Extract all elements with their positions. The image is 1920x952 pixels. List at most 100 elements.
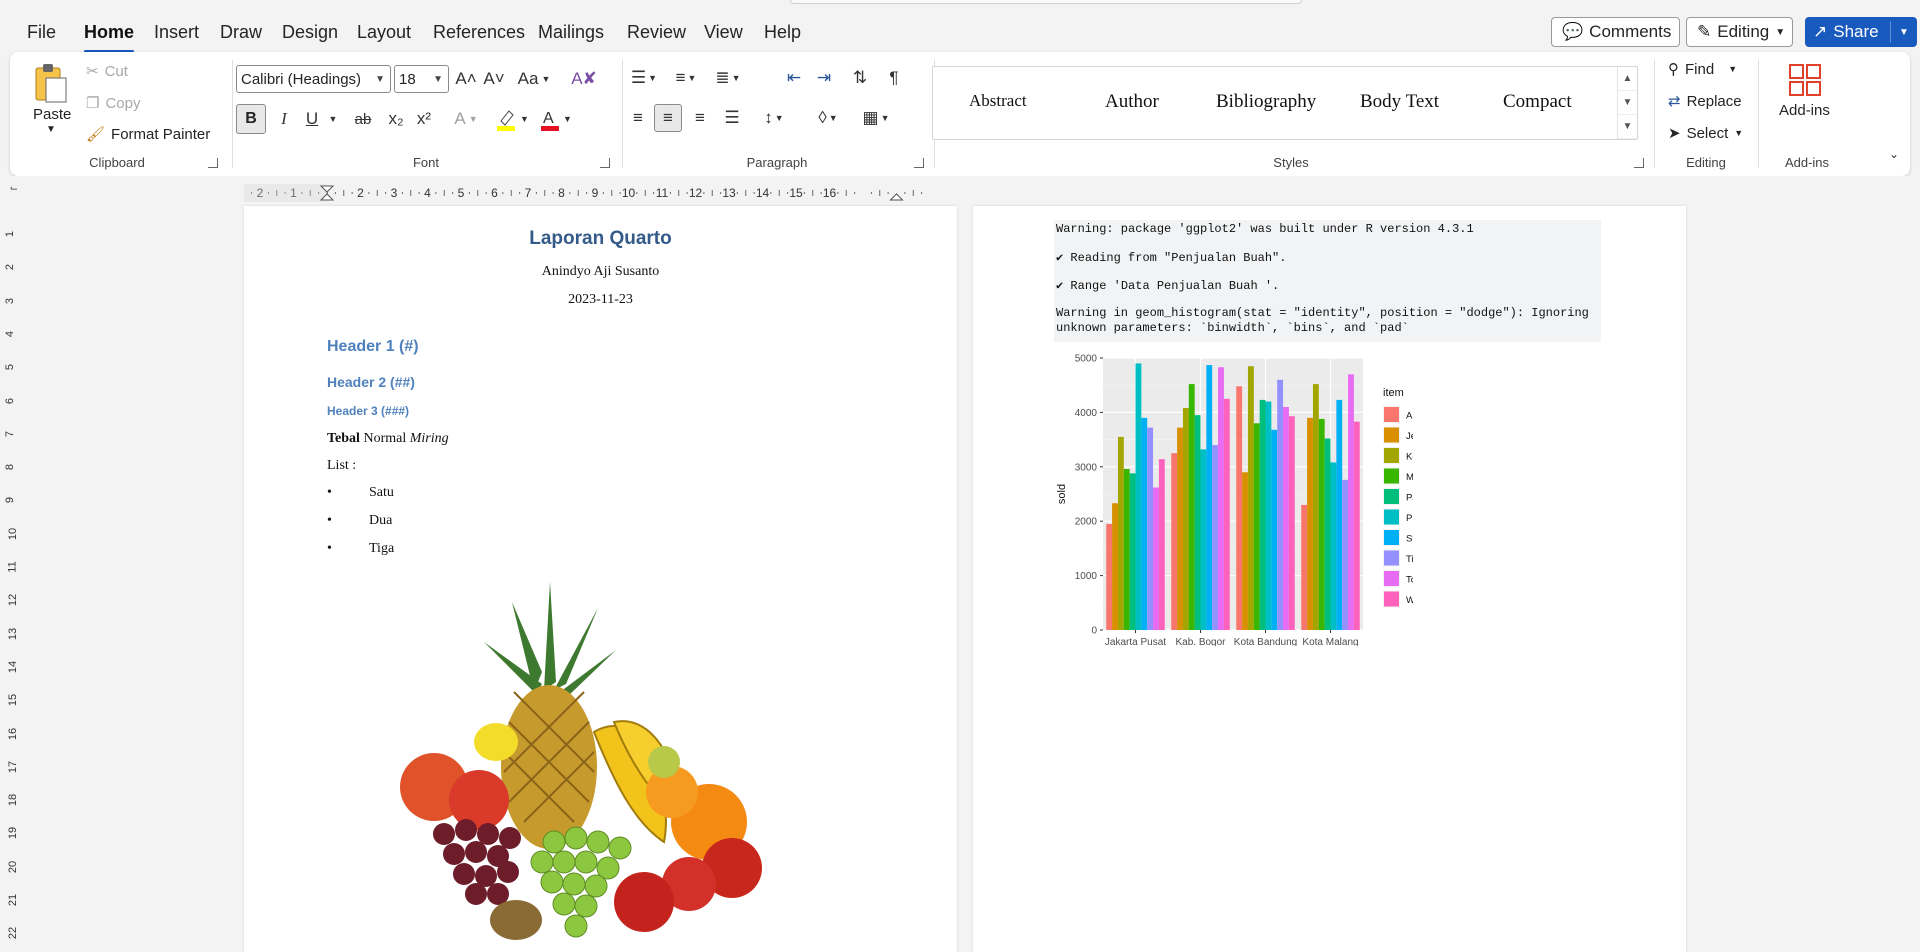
- increase-indent-icon[interactable]: ⇥: [810, 64, 838, 92]
- editing-mode-button[interactable]: ✎ Editing ▼: [1686, 17, 1793, 47]
- paste-icon[interactable]: [32, 62, 68, 106]
- chevron-down-icon[interactable]: ▼: [326, 105, 340, 133]
- replace-button[interactable]: ⇄ Replace: [1668, 92, 1742, 111]
- kiwi: [490, 900, 542, 940]
- chevron-down-icon[interactable]: ▼: [1899, 27, 1909, 38]
- tab-layout[interactable]: Layout: [357, 22, 411, 43]
- chevron-down-icon: ▼: [433, 73, 443, 85]
- replace-icon: ⇄: [1668, 93, 1681, 110]
- tab-review[interactable]: Review: [627, 22, 686, 43]
- tab-design[interactable]: Design: [282, 22, 338, 43]
- tab-file[interactable]: File: [27, 22, 56, 43]
- ruler-number: 9: [592, 186, 599, 200]
- tab-stop-icon[interactable]: ⌙: [8, 182, 20, 194]
- numbering-icon[interactable]: ≡ ▼: [666, 64, 706, 92]
- chevron-down-icon[interactable]: ▼: [46, 124, 56, 135]
- legend-swatch: [1384, 550, 1399, 566]
- legend-swatch: [1384, 591, 1399, 607]
- shading-icon[interactable]: ◊ ▼: [808, 104, 848, 132]
- align-center-icon[interactable]: ≡: [654, 104, 682, 132]
- code-output-line: Warning in geom_histogram(stat = "identi…: [1056, 306, 1589, 320]
- select-button[interactable]: ➤ Select ▼: [1668, 124, 1743, 143]
- tab-draw[interactable]: Draw: [220, 22, 262, 43]
- addins-grid-icon[interactable]: [1787, 62, 1823, 98]
- bullets-icon[interactable]: ☰ ▼: [624, 64, 664, 92]
- addins-button[interactable]: Add-ins: [1779, 102, 1830, 119]
- collapse-ribbon-icon[interactable]: ⌄: [1884, 144, 1904, 164]
- grow-font-icon[interactable]: A˄: [452, 66, 480, 92]
- sort-icon[interactable]: ⇅: [846, 64, 874, 92]
- copy-button[interactable]: ❐ Copy: [86, 94, 140, 113]
- legend-label: Pisang: [1406, 513, 1413, 524]
- align-right-icon[interactable]: ≡: [686, 104, 714, 132]
- right-indent-marker[interactable]: [889, 193, 904, 201]
- find-button[interactable]: ⚲ Find ▼: [1668, 60, 1737, 79]
- clear-formatting-icon[interactable]: A✘: [569, 66, 599, 92]
- document-page-2[interactable]: Warning: package 'ggplot2' was built und…: [973, 206, 1686, 952]
- align-left-icon[interactable]: ≡: [624, 104, 652, 132]
- green-grapes: [530, 826, 632, 938]
- bar-paprika: [1194, 415, 1201, 630]
- horizontal-ruler[interactable]: 2 1 1 2 3 4 5 6 7 8 9 10 11 12 13 14 15 16: [244, 184, 958, 202]
- font-color-icon[interactable]: A ▼: [536, 105, 576, 133]
- tab-help[interactable]: Help: [764, 22, 801, 43]
- comments-button[interactable]: 💬 Comments: [1551, 17, 1680, 47]
- bold-button[interactable]: B: [236, 104, 266, 134]
- font-size-combo[interactable]: 18 ▼: [394, 65, 449, 93]
- bar-wortel: [1288, 416, 1295, 630]
- multilevel-list-icon[interactable]: ≣ ▼: [708, 64, 748, 92]
- bar-kentang: [1247, 366, 1254, 630]
- italic-text: Miring: [409, 431, 449, 446]
- bar-pisang: [1330, 462, 1337, 630]
- tab-home[interactable]: Home: [84, 22, 135, 53]
- bar-paprika: [1324, 438, 1331, 630]
- tab-references[interactable]: References: [433, 22, 525, 43]
- highlight-color-icon[interactable]: ▼: [492, 105, 532, 133]
- styles-launcher-icon[interactable]: [1634, 158, 1644, 168]
- font-name-combo[interactable]: Calibri (Headings) ▼: [236, 65, 391, 93]
- paragraph-launcher-icon[interactable]: [914, 158, 924, 168]
- document-page-1[interactable]: Laporan Quarto Anindyo Aji Susanto 2023-…: [244, 206, 957, 952]
- superscript-button[interactable]: x²: [410, 105, 438, 133]
- bar-tomat: [1218, 367, 1224, 630]
- shrink-font-icon[interactable]: A˅: [480, 66, 508, 92]
- tab-insert[interactable]: Insert: [154, 22, 199, 43]
- ruler-number: 13: [722, 186, 736, 200]
- borders-icon[interactable]: ▦ ▼: [856, 104, 896, 132]
- paste-button[interactable]: Paste: [33, 106, 71, 123]
- ruler-number: 7: [4, 430, 17, 437]
- legend-swatch: [1384, 448, 1399, 463]
- decrease-indent-icon[interactable]: ⇤: [780, 64, 808, 92]
- line-spacing-icon[interactable]: ↕ ▼: [754, 104, 794, 132]
- font-launcher-icon[interactable]: [600, 158, 610, 168]
- strikethrough-button[interactable]: ab: [348, 105, 378, 133]
- bold-text: Tebal: [327, 431, 360, 446]
- share-button[interactable]: ↗ Share ▼: [1805, 17, 1917, 47]
- show-formatting-icon[interactable]: ¶: [880, 64, 908, 92]
- ruler-number: 7: [525, 186, 532, 200]
- subscript-button[interactable]: x₂: [382, 105, 410, 133]
- legend-swatch: [1384, 571, 1399, 586]
- bar-kentang: [1117, 436, 1124, 630]
- search-box[interactable]: [790, 0, 1302, 4]
- cut-button[interactable]: ✂ Cut: [86, 62, 128, 81]
- pencil-icon: ✎: [1697, 22, 1712, 41]
- bar-jeruk: [1307, 417, 1313, 630]
- ruler-number: 2: [357, 186, 364, 200]
- bar-mangga: [1253, 423, 1260, 630]
- tab-view[interactable]: View: [704, 22, 743, 43]
- change-case-button[interactable]: Aa ▼: [512, 66, 556, 92]
- bar-kentang: [1182, 408, 1189, 630]
- underline-button[interactable]: U: [298, 105, 326, 133]
- italic-button[interactable]: I: [270, 105, 298, 133]
- justify-icon[interactable]: ☰: [718, 104, 746, 132]
- tab-mailings[interactable]: Mailings: [538, 22, 604, 43]
- clipboard-launcher-icon[interactable]: [208, 158, 218, 168]
- text-effects-icon[interactable]: A ▼: [446, 105, 486, 133]
- vertical-ruler[interactable]: 1 2 3 4 5 6 7 8 9 10 11 12 13 14 15 16 17 18 19 20 21 22: [0, 206, 24, 952]
- heading-1: Header 1 (#): [327, 338, 419, 355]
- legend-label: Strawberry: [1406, 534, 1413, 545]
- bar-timun: [1147, 427, 1154, 630]
- chevron-down-icon: ▼: [375, 73, 385, 85]
- format-painter-button[interactable]: 🖌 Format Painter: [86, 125, 210, 144]
